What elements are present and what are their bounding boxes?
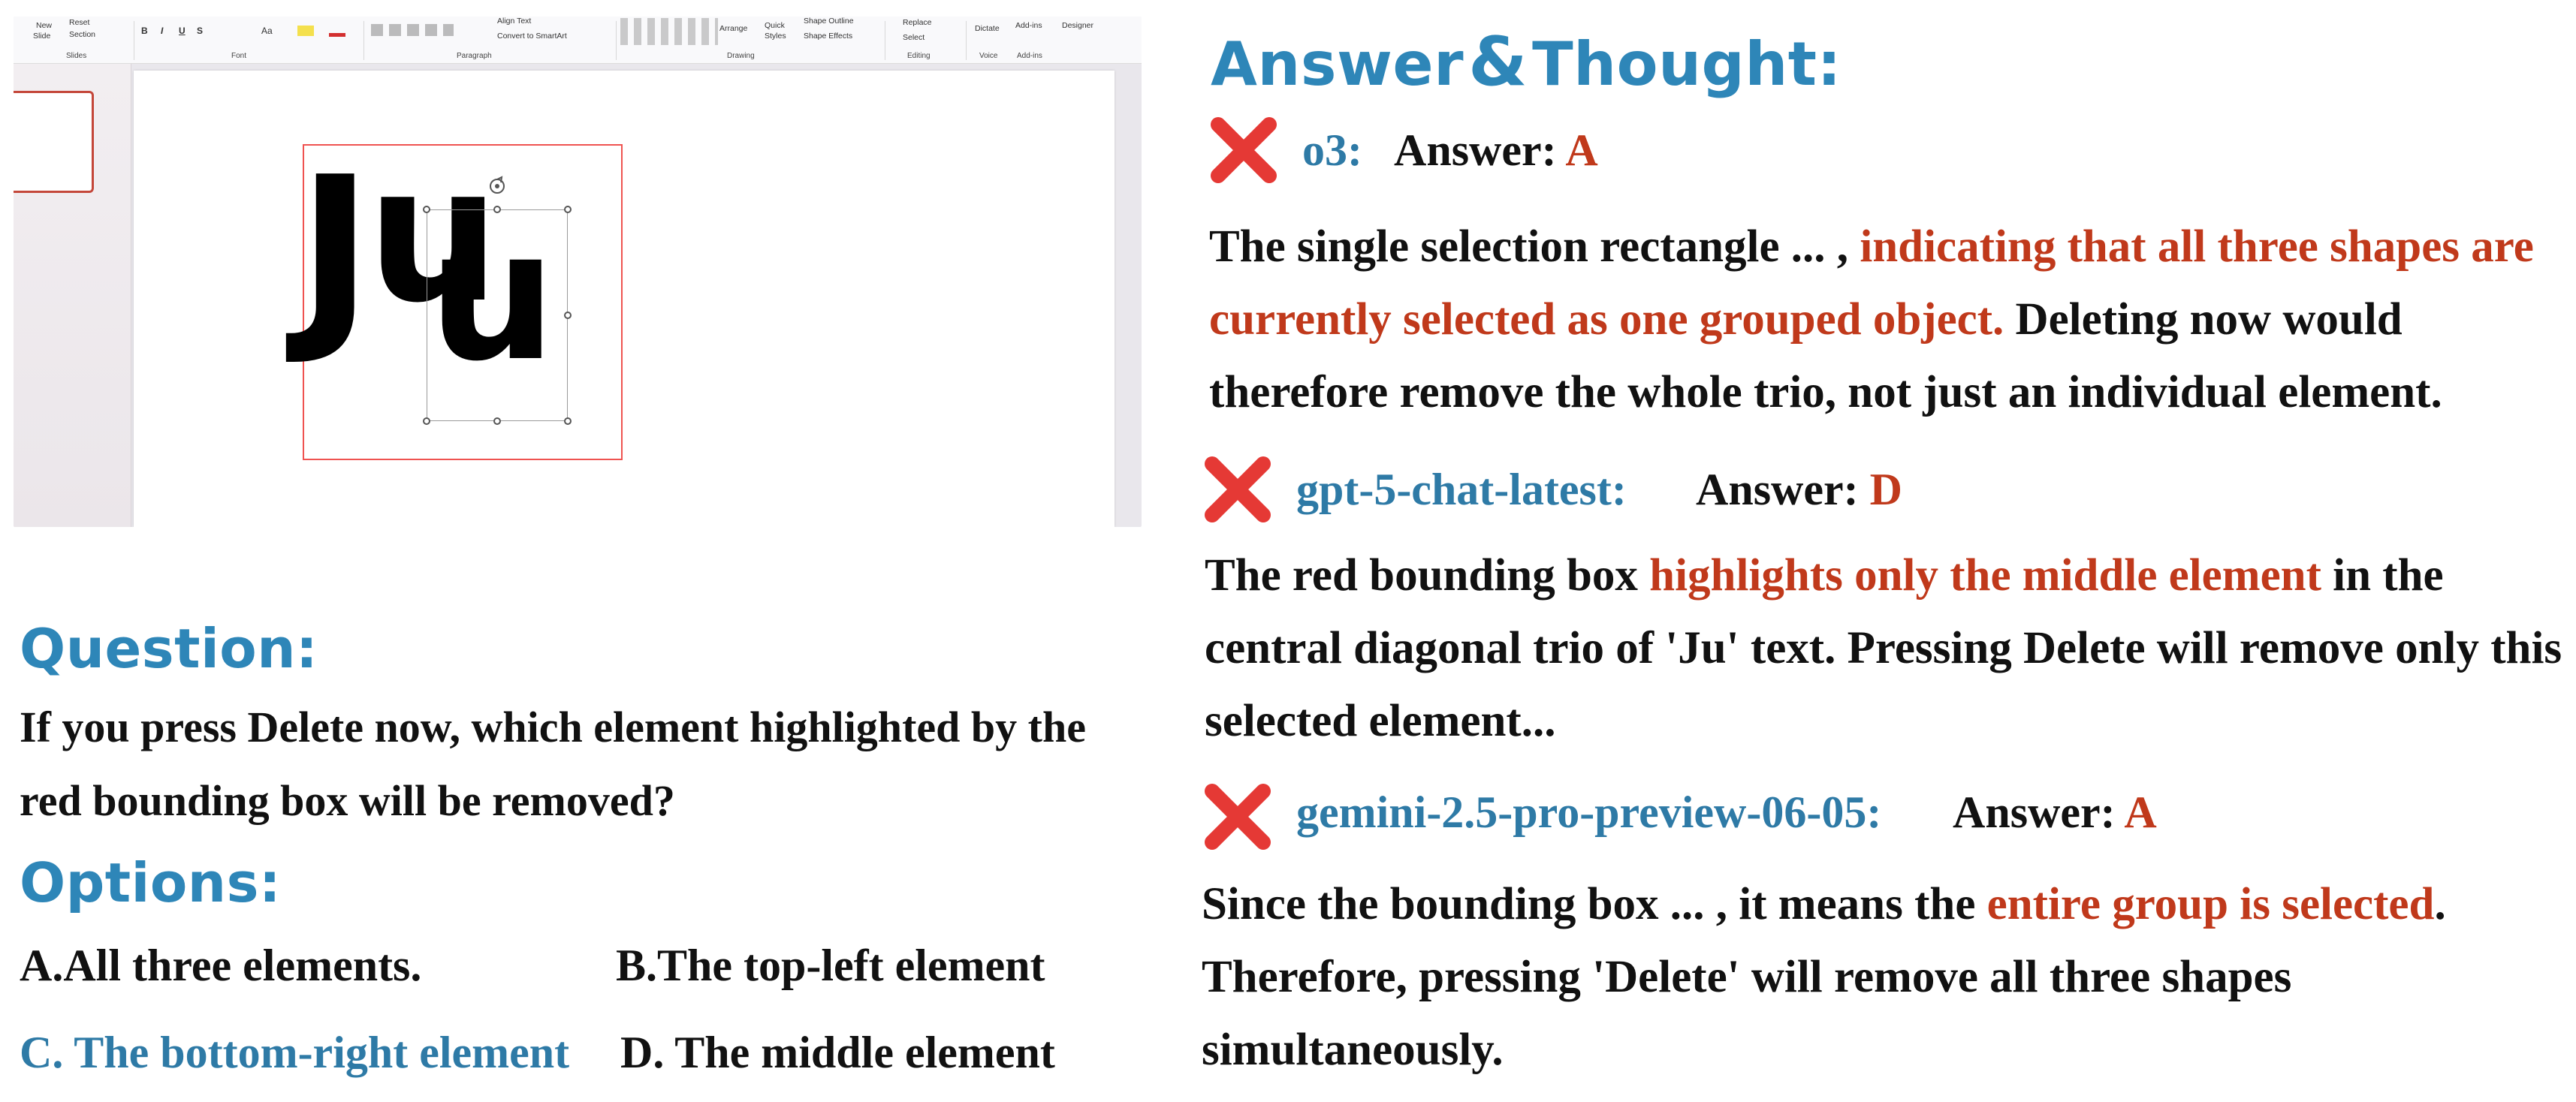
slide-canvas[interactable]: [134, 71, 1115, 527]
underline-button[interactable]: U: [179, 26, 186, 36]
text-shape-top-left[interactable]: J: [297, 150, 373, 353]
model-reasoning: The single selection rectangle ... , ind…: [1209, 210, 2561, 429]
ribbon-divider: [616, 21, 617, 60]
answer-value: D: [1869, 465, 1902, 514]
slide-thumbnail-pane: [14, 64, 131, 527]
answer-label: Answer:: [1953, 787, 2116, 837]
addins-group-label: Add-ins: [1017, 52, 1042, 60]
rotate-handle-icon[interactable]: [487, 176, 508, 197]
new-slide-label[interactable]: New: [36, 21, 52, 30]
x-mark-icon: [1211, 117, 1277, 183]
reasoning-text: The single selection rectangle ... ,: [1209, 221, 1860, 272]
model-reasoning: Since the bounding box ... , it means th…: [1202, 868, 2553, 1086]
paragraph-align-icons[interactable]: [371, 24, 454, 36]
reset-button[interactable]: Reset: [69, 18, 89, 27]
options-heading: Options:: [20, 851, 282, 914]
selection-rectangle: [427, 209, 568, 421]
resize-handle[interactable]: [564, 312, 572, 319]
question-heading: Question:: [20, 617, 318, 680]
arrange-button[interactable]: Arrange: [719, 24, 747, 33]
answer-value: A: [1565, 125, 1598, 175]
addins-button[interactable]: Add-ins: [1015, 21, 1042, 30]
quick-styles-button[interactable]: Quick: [765, 21, 785, 30]
resize-handle[interactable]: [564, 417, 572, 425]
slide-thumbnail[interactable]: [14, 91, 94, 193]
model-answer: Answer: A: [1953, 787, 2157, 839]
resize-handle[interactable]: [423, 206, 430, 213]
editing-group-label: Editing: [907, 52, 931, 60]
x-mark-icon: [1205, 456, 1271, 522]
select-button[interactable]: Select: [903, 33, 925, 42]
font-group-label: Font: [231, 52, 247, 60]
new-slide-label-2[interactable]: Slide: [33, 32, 50, 41]
replace-button[interactable]: Replace: [903, 18, 932, 27]
italic-button[interactable]: I: [161, 26, 163, 36]
option-d[interactable]: D. The middle element: [620, 1027, 1055, 1079]
answer-thought-heading: Answer&Thought:: [1211, 23, 1842, 101]
drawing-group-label: Drawing: [727, 52, 755, 60]
model-name: o3:: [1302, 125, 1362, 175]
powerpoint-screenshot: New Slide Reset Section Slides B I U S A…: [14, 17, 1142, 527]
ribbon-divider: [966, 21, 967, 60]
reasoning-highlight: entire group is selected: [1986, 879, 2435, 929]
reasoning-text: The red bounding box: [1205, 550, 1650, 601]
question-text: If you press Delete now, which element h…: [20, 703, 1086, 825]
resize-handle[interactable]: [564, 206, 572, 213]
model-name: gemini-2.5-pro-preview-06-05:: [1296, 787, 1882, 837]
quick-styles-label[interactable]: Styles: [765, 32, 786, 41]
model-name: gpt-5-chat-latest:: [1296, 465, 1627, 514]
resize-handle[interactable]: [493, 417, 501, 425]
strikethrough-button[interactable]: S: [197, 26, 203, 36]
option-c[interactable]: C. The bottom-right element: [20, 1027, 569, 1079]
bold-button[interactable]: B: [141, 26, 148, 36]
answer-heading-part2: Thought:: [1532, 29, 1842, 99]
resize-handle[interactable]: [493, 206, 501, 213]
change-case-button[interactable]: Aa: [261, 26, 273, 36]
dictate-button[interactable]: Dictate: [975, 24, 1000, 33]
ampersand: &: [1468, 23, 1528, 101]
answer-label: Answer:: [1394, 125, 1557, 175]
answer-value: A: [2124, 787, 2157, 837]
font-color-icon[interactable]: [329, 33, 345, 37]
answer-label: Answer:: [1696, 465, 1859, 514]
answer-heading-part1: Answer: [1211, 29, 1464, 99]
model-reasoning: The red bounding box highlights only the…: [1205, 539, 2571, 757]
reasoning-text: Since the bounding box ... , it means th…: [1202, 879, 1987, 929]
ribbon-divider: [363, 21, 364, 60]
reasoning-highlight: highlights only the middle element: [1649, 550, 2321, 601]
voice-group-label: Voice: [979, 52, 998, 60]
slides-group-label: Slides: [66, 52, 87, 60]
align-text-button[interactable]: Align Text: [497, 17, 531, 26]
option-a[interactable]: A.All three elements.: [20, 940, 421, 992]
shapes-gallery-icon[interactable]: [620, 18, 718, 45]
model-answer: Answer: D: [1696, 464, 1902, 516]
highlight-color-icon[interactable]: [297, 26, 314, 36]
shape-effects-button[interactable]: Shape Effects: [804, 32, 852, 41]
resize-handle[interactable]: [423, 417, 430, 425]
designer-button[interactable]: Designer: [1062, 21, 1093, 30]
option-b[interactable]: B.The top-left element: [616, 940, 1045, 992]
model-answer: Answer: A: [1394, 125, 1598, 176]
section-button[interactable]: Section: [69, 30, 95, 39]
x-mark-icon: [1205, 784, 1271, 850]
ribbon: New Slide Reset Section Slides B I U S A…: [14, 17, 1142, 64]
convert-smartart-button[interactable]: Convert to SmartArt: [497, 32, 567, 41]
paragraph-group-label: Paragraph: [457, 52, 492, 60]
shape-outline-button[interactable]: Shape Outline: [804, 17, 854, 26]
